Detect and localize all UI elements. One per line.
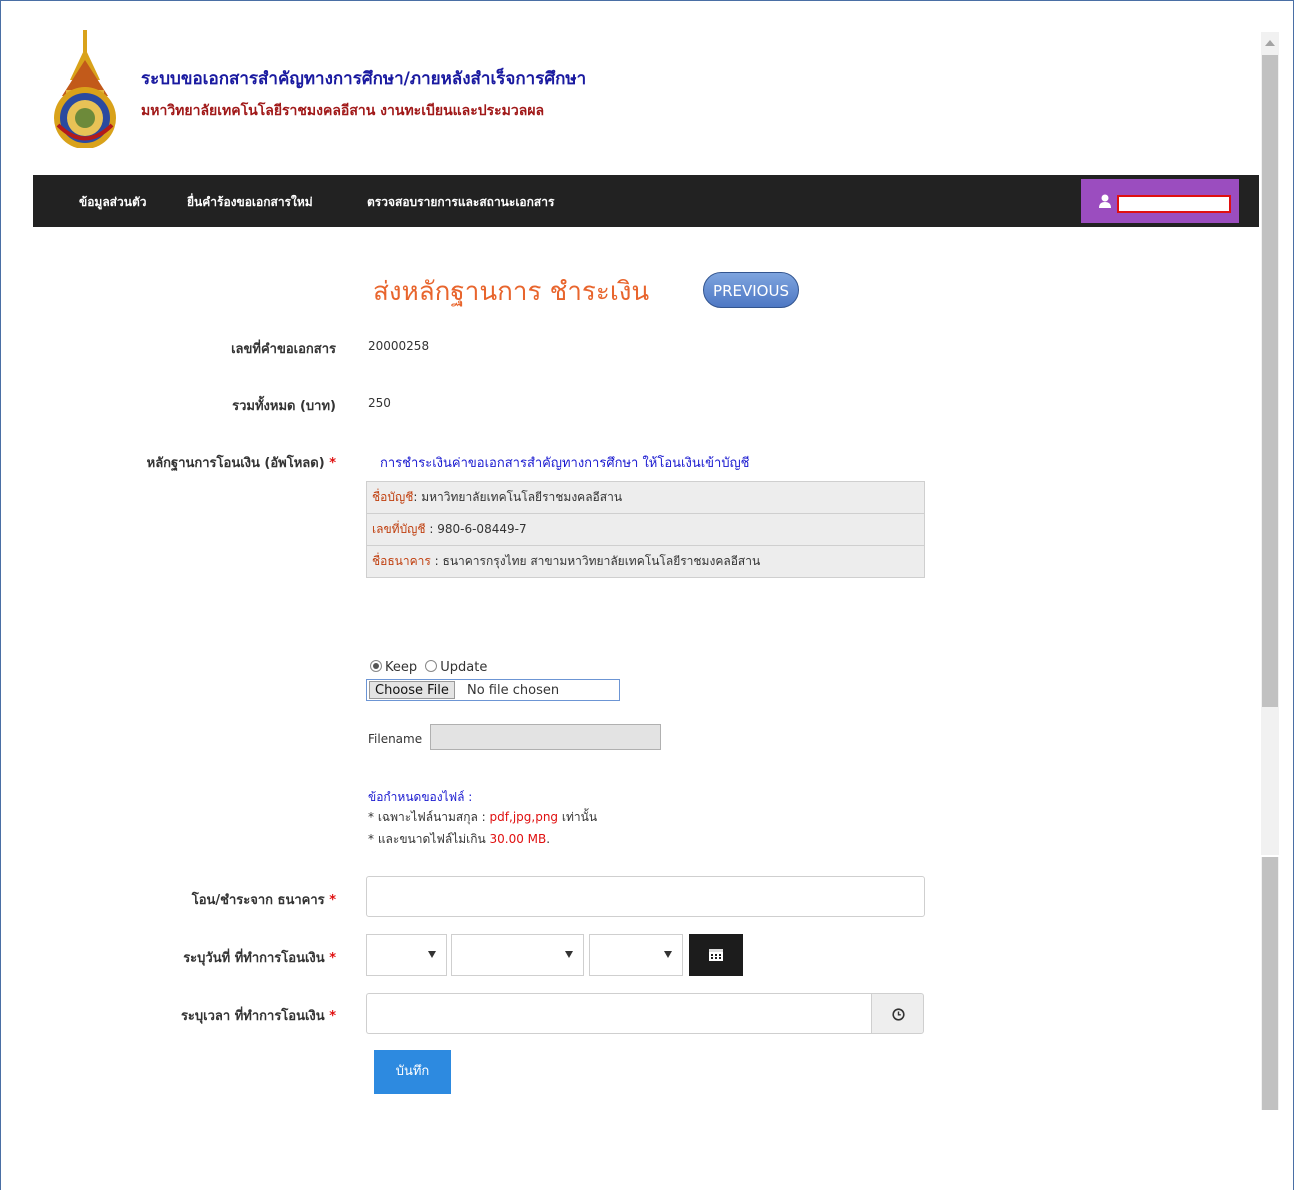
bank-from-label: โอน/ชำระจาก ธนาคาร *: [191, 893, 336, 908]
previous-button[interactable]: PREVIOUS: [703, 272, 799, 308]
bank-from-input[interactable]: [366, 876, 925, 917]
table-row: เลขที่บัญชี : 980-6-08449-7: [366, 513, 925, 546]
transfer-note: การชำระเงินค่าขอเอกสารสำคัญทางการศึกษา ใ…: [380, 456, 750, 471]
nav-personal-info[interactable]: ข้อมูลส่วนตัว: [79, 193, 146, 212]
filename-label: Filename: [368, 732, 423, 746]
account-no-cell: เลขที่บัญชี : 980-6-08449-7: [366, 513, 925, 546]
file-status: No file chosen: [467, 683, 560, 698]
nav-new-request[interactable]: ยื่นคำร้องขอเอกสารใหม่: [187, 193, 313, 212]
year-select[interactable]: [589, 934, 683, 976]
doc-no-value: 20000258: [368, 339, 430, 353]
page-title: ส่งหลักฐานการ ชำระเงิน: [373, 277, 650, 307]
clock-icon: [892, 1008, 905, 1021]
bank-account-table: ชื่อบัญชี: มหาวิทยาลัยเทคโนโลยีราชมงคลอี…: [366, 481, 925, 578]
user-name: [1117, 195, 1231, 213]
total-value: 250: [368, 396, 391, 410]
time-picker-button[interactable]: [871, 993, 924, 1034]
account-name-cell: ชื่อบัญชี: มหาวิทยาลัยเทคโนโลยีราชมงคลอี…: [366, 481, 925, 514]
total-label: รวมทั้งหมด (บาท): [232, 399, 336, 414]
calendar-button[interactable]: [689, 934, 743, 976]
nav-check-status[interactable]: ตรวจสอบรายการและสถานะเอกสาร: [367, 193, 554, 212]
transfer-date-label: ระบุวันที่ ที่ทำการโอนเงิน *: [183, 951, 336, 966]
chevron-down-icon: [428, 951, 436, 958]
file-mode-radios: Keep Update: [370, 660, 487, 675]
site-subtitle: มหาวิทยาลัยเทคโนโลยีราชมงคลอีสาน งานทะเบ…: [141, 103, 545, 119]
table-row: ชื่อบัญชี: มหาวิทยาลัยเทคโนโลยีราชมงคลอี…: [366, 481, 925, 514]
top-navbar: ข้อมูลส่วนตัว ยื่นคำร้องขอเอกสารใหม่ ตรว…: [33, 175, 1259, 227]
transfer-time-input[interactable]: [366, 993, 871, 1034]
file-rule-size: * และขนาดไฟล์ไม่เกิน 30.00 MB.: [368, 832, 551, 846]
file-rules-title: ข้อกำหนดของไฟล์ :: [368, 790, 473, 804]
scrollbar-thumb-lower[interactable]: [1262, 857, 1278, 1110]
user-icon: [1099, 194, 1111, 208]
user-menu[interactable]: [1081, 179, 1239, 223]
chevron-down-icon: [565, 951, 573, 958]
scroll-up-arrow-icon[interactable]: [1265, 40, 1275, 46]
save-button[interactable]: บันทึก: [374, 1050, 451, 1094]
table-row: ชื่อธนาคาร : ธนาคารกรุงไทย สาขามหาวิทยาล…: [366, 545, 925, 578]
bank-name-cell: ชื่อธนาคาร : ธนาคารกรุงไทย สาขามหาวิทยาล…: [366, 545, 925, 578]
calendar-icon: [709, 949, 723, 961]
proof-upload-label: หลักฐานการโอนเงิน (อัพโหลด) *: [146, 456, 336, 471]
choose-file-button[interactable]: Choose File: [369, 681, 455, 699]
update-radio[interactable]: [425, 660, 438, 672]
file-rule-types: * เฉพาะไฟล์นามสกุล : pdf,jpg,png เท่านั้…: [368, 810, 598, 824]
filename-field: [430, 724, 661, 750]
scrollbar-thumb[interactable]: [1262, 55, 1278, 707]
update-radio-label: Update: [440, 660, 488, 675]
month-select[interactable]: [451, 934, 584, 976]
doc-no-label: เลขที่คำขอเอกสาร: [231, 342, 336, 357]
day-select[interactable]: [366, 934, 447, 976]
site-title: ระบบขอเอกสารสำคัญทางการศึกษา/ภายหลังสำเร…: [141, 69, 587, 89]
keep-radio[interactable]: [370, 660, 382, 672]
transfer-time-label: ระบุเวลา ที่ทำการโอนเงิน *: [180, 1009, 336, 1024]
keep-radio-label: Keep: [385, 660, 418, 675]
file-input[interactable]: Choose File No file chosen: [366, 679, 620, 701]
chevron-down-icon: [664, 951, 672, 958]
university-logo: [54, 30, 116, 148]
